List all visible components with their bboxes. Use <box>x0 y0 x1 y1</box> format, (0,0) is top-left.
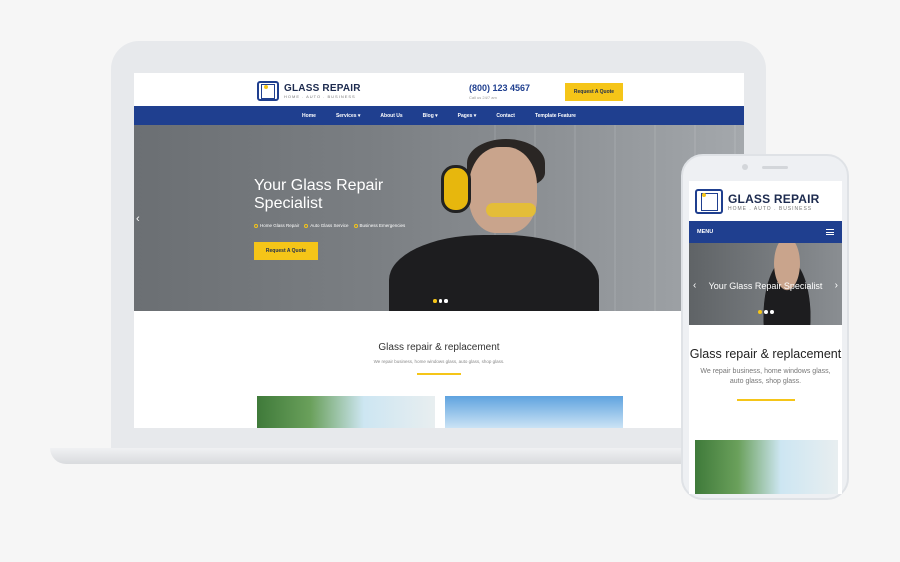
hero-bullet-label: Auto Glass Service <box>310 223 349 228</box>
nav-home[interactable]: Home <box>302 113 316 119</box>
hero-earmuff <box>441 165 471 213</box>
nav-contact[interactable]: Contact <box>496 113 515 119</box>
logo[interactable]: GLASS REPAIR HOME . AUTO . BUSINESS <box>257 81 361 101</box>
hero-bullet-label: Business Emergencies <box>359 223 406 228</box>
hero-bullet-label: Home Glass Repair <box>260 223 300 228</box>
section-divider <box>736 399 795 401</box>
logo-tagline: HOME . AUTO . BUSINESS <box>284 94 356 99</box>
circle-icon <box>353 223 358 228</box>
slider-dot[interactable] <box>770 310 774 314</box>
header-phone-sub: Call us 24/7 am <box>469 95 497 100</box>
request-quote-button[interactable]: Request A Quote <box>565 83 623 101</box>
laptop-base <box>50 448 710 464</box>
hero-bullet: Business Emergencies <box>353 223 406 228</box>
services-section: Glass repair & replacement We repair bus… <box>134 311 744 375</box>
section-subtitle: We repair business, home windows glass, … <box>373 359 505 364</box>
nav-about-us[interactable]: About Us <box>380 113 402 119</box>
mobile-hero-slider: Your Glass Repair Specialist ‹ › <box>689 243 842 325</box>
glass-logo-icon <box>257 81 279 101</box>
nav-template-feature[interactable]: Template Feature <box>535 113 576 119</box>
service-thumbnails <box>257 396 623 428</box>
glass-logo-icon <box>695 189 723 214</box>
chevron-left-icon[interactable]: ‹ <box>693 280 696 291</box>
hero-title: Your Glass Repair Specialist <box>254 177 384 212</box>
nav-blog[interactable]: Blog ▾ <box>423 113 438 119</box>
circle-icon <box>254 223 258 228</box>
mobile-header: GLASS REPAIR HOME . AUTO . BUSINESS <box>689 181 842 221</box>
chevron-right-icon[interactable]: › <box>835 280 838 291</box>
nav-services[interactable]: Services ▾ <box>336 113 360 119</box>
logo-name: GLASS REPAIR <box>284 83 361 94</box>
slider-dots <box>758 310 774 314</box>
desktop-nav: Home Services ▾ About Us Blog ▾ Pages ▾ … <box>134 106 744 125</box>
service-image[interactable] <box>445 396 623 428</box>
mobile-services-section: Glass repair & replacement We repair bus… <box>689 325 842 401</box>
menu-label[interactable]: MENU <box>697 229 713 235</box>
phone-notch <box>728 164 802 170</box>
desktop-header: GLASS REPAIR HOME . AUTO . BUSINESS (800… <box>134 73 744 106</box>
hero-person-head <box>469 147 537 233</box>
mobile-logo[interactable]: GLASS REPAIR HOME . AUTO . BUSINESS <box>695 189 820 214</box>
slider-dot[interactable] <box>758 310 762 314</box>
phone-frame: GLASS REPAIR HOME . AUTO . BUSINESS MENU… <box>681 154 849 500</box>
hero-slider: Your Glass Repair Specialist Home Glass … <box>134 125 744 311</box>
device-mockup-stage: GLASS REPAIR HOME . AUTO . BUSINESS (800… <box>0 0 900 562</box>
camera-icon <box>742 164 748 170</box>
logo-name: GLASS REPAIR <box>728 191 820 206</box>
speaker-icon <box>762 165 788 169</box>
mobile-nav[interactable]: MENU <box>689 221 842 243</box>
circle-icon <box>304 223 309 228</box>
slider-dots <box>433 299 448 303</box>
section-title: Glass repair & replacement <box>689 347 842 361</box>
mobile-hero-title: Your Glass Repair Specialist <box>708 281 823 291</box>
slider-dot[interactable] <box>444 299 448 303</box>
section-subtitle: We repair business, home windows glass, … <box>700 368 831 385</box>
slider-dot[interactable] <box>438 299 442 303</box>
hero-goggles <box>486 203 536 217</box>
service-image[interactable] <box>695 440 838 494</box>
hamburger-icon[interactable] <box>826 229 834 235</box>
section-title: Glass repair & replacement <box>378 342 500 353</box>
hero-bullet: Home Glass Repair <box>254 223 299 228</box>
section-divider <box>417 373 461 375</box>
chevron-left-icon[interactable]: ‹ <box>136 213 140 225</box>
hero-bullets: Home Glass Repair Auto Glass Service Bus… <box>254 223 405 228</box>
logo-tagline: HOME . AUTO . BUSINESS <box>728 205 813 212</box>
nav-pages[interactable]: Pages ▾ <box>458 113 477 119</box>
hero-bullet: Auto Glass Service <box>304 223 349 228</box>
slider-dot[interactable] <box>433 299 437 303</box>
hero-person-image <box>389 235 599 311</box>
header-phone[interactable]: (800) 123 4567 <box>469 83 530 93</box>
desktop-site: GLASS REPAIR HOME . AUTO . BUSINESS (800… <box>134 73 744 428</box>
service-image[interactable] <box>257 396 435 428</box>
hero-request-quote-button[interactable]: Request A Quote <box>254 242 318 260</box>
slider-dot[interactable] <box>764 310 768 314</box>
mobile-site: GLASS REPAIR HOME . AUTO . BUSINESS MENU… <box>689 181 842 494</box>
